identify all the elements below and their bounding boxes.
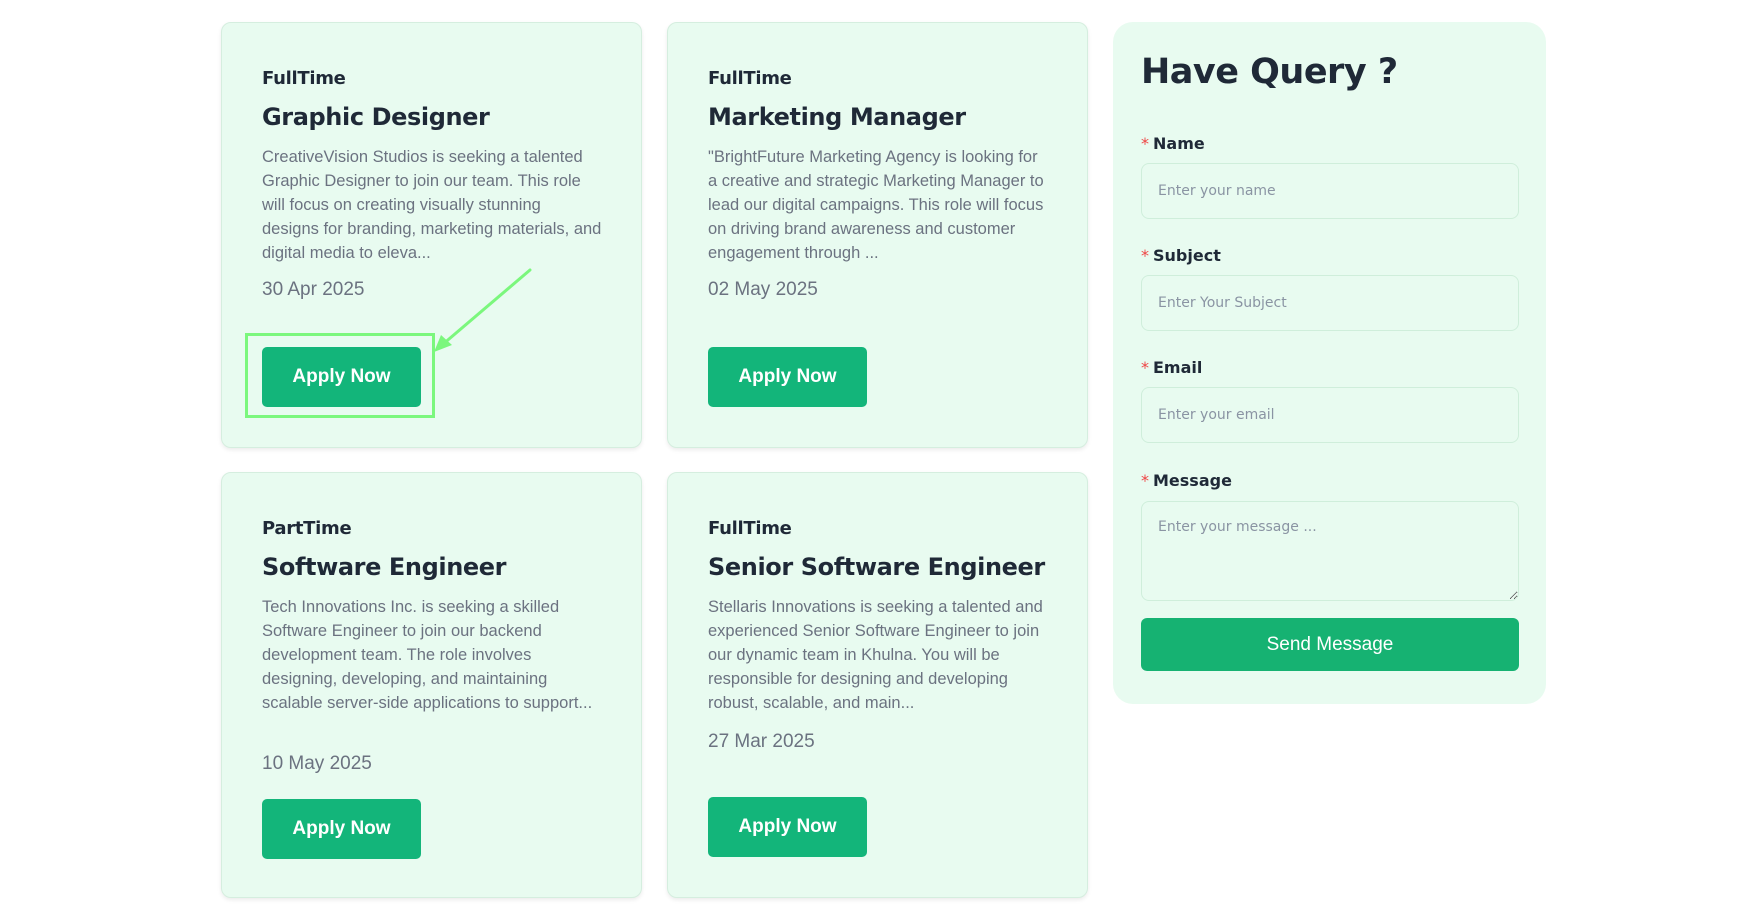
message-label: * Message: [1141, 471, 1232, 490]
message-label-text: Message: [1153, 471, 1232, 490]
job-type: FullTime: [262, 68, 346, 89]
job-card: FullTime Graphic Designer CreativeVision…: [221, 22, 642, 448]
subject-label: * Subject: [1141, 246, 1221, 265]
job-card: FullTime Marketing Manager "BrightFuture…: [667, 22, 1088, 448]
job-type: PartTime: [262, 518, 352, 539]
email-label: * Email: [1141, 358, 1202, 377]
name-input[interactable]: [1141, 163, 1519, 219]
page: FullTime Graphic Designer CreativeVision…: [0, 0, 1762, 913]
job-card: FullTime Senior Software Engineer Stella…: [667, 472, 1088, 898]
job-type: FullTime: [708, 68, 792, 89]
apply-now-button[interactable]: Apply Now: [708, 797, 867, 857]
apply-now-button[interactable]: Apply Now: [262, 347, 421, 407]
job-date: 02 May 2025: [708, 279, 818, 300]
required-mark: *: [1141, 358, 1149, 377]
job-description: Stellaris Innovations is seeking a talen…: [708, 598, 1043, 712]
subject-label-text: Subject: [1153, 246, 1221, 265]
email-input[interactable]: [1141, 387, 1519, 443]
job-description: "BrightFuture Marketing Agency is lookin…: [708, 148, 1044, 262]
job-card: PartTime Software Engineer Tech Innovati…: [221, 472, 642, 898]
required-mark: *: [1141, 134, 1149, 153]
job-title: Graphic Designer: [262, 103, 490, 131]
required-mark: *: [1141, 471, 1149, 490]
job-description: CreativeVision Studios is seeking a tale…: [262, 148, 602, 262]
send-message-button[interactable]: Send Message: [1141, 618, 1519, 671]
subject-input[interactable]: [1141, 275, 1519, 331]
query-form-panel: Have Query ? *Name *Subject *Email *Mess…: [1113, 22, 1546, 704]
job-type: FullTime: [708, 518, 792, 539]
email-label-text: Email: [1153, 358, 1203, 377]
job-date: 30 Apr 2025: [262, 279, 365, 300]
message-textarea[interactable]: [1141, 501, 1519, 601]
job-description: Tech Innovations Inc. is seeking a skill…: [262, 598, 593, 712]
job-title: Marketing Manager: [708, 103, 966, 131]
job-date: 27 Mar 2025: [708, 731, 815, 752]
query-title: Have Query ?: [1141, 52, 1398, 92]
required-mark: *: [1141, 246, 1149, 265]
job-title: Senior Software Engineer: [708, 553, 1045, 581]
apply-now-button[interactable]: Apply Now: [708, 347, 867, 407]
name-label: * Name: [1141, 134, 1205, 153]
name-label-text: Name: [1153, 134, 1205, 153]
apply-now-button[interactable]: Apply Now: [262, 799, 421, 859]
job-date: 10 May 2025: [262, 753, 372, 774]
job-title: Software Engineer: [262, 553, 507, 581]
